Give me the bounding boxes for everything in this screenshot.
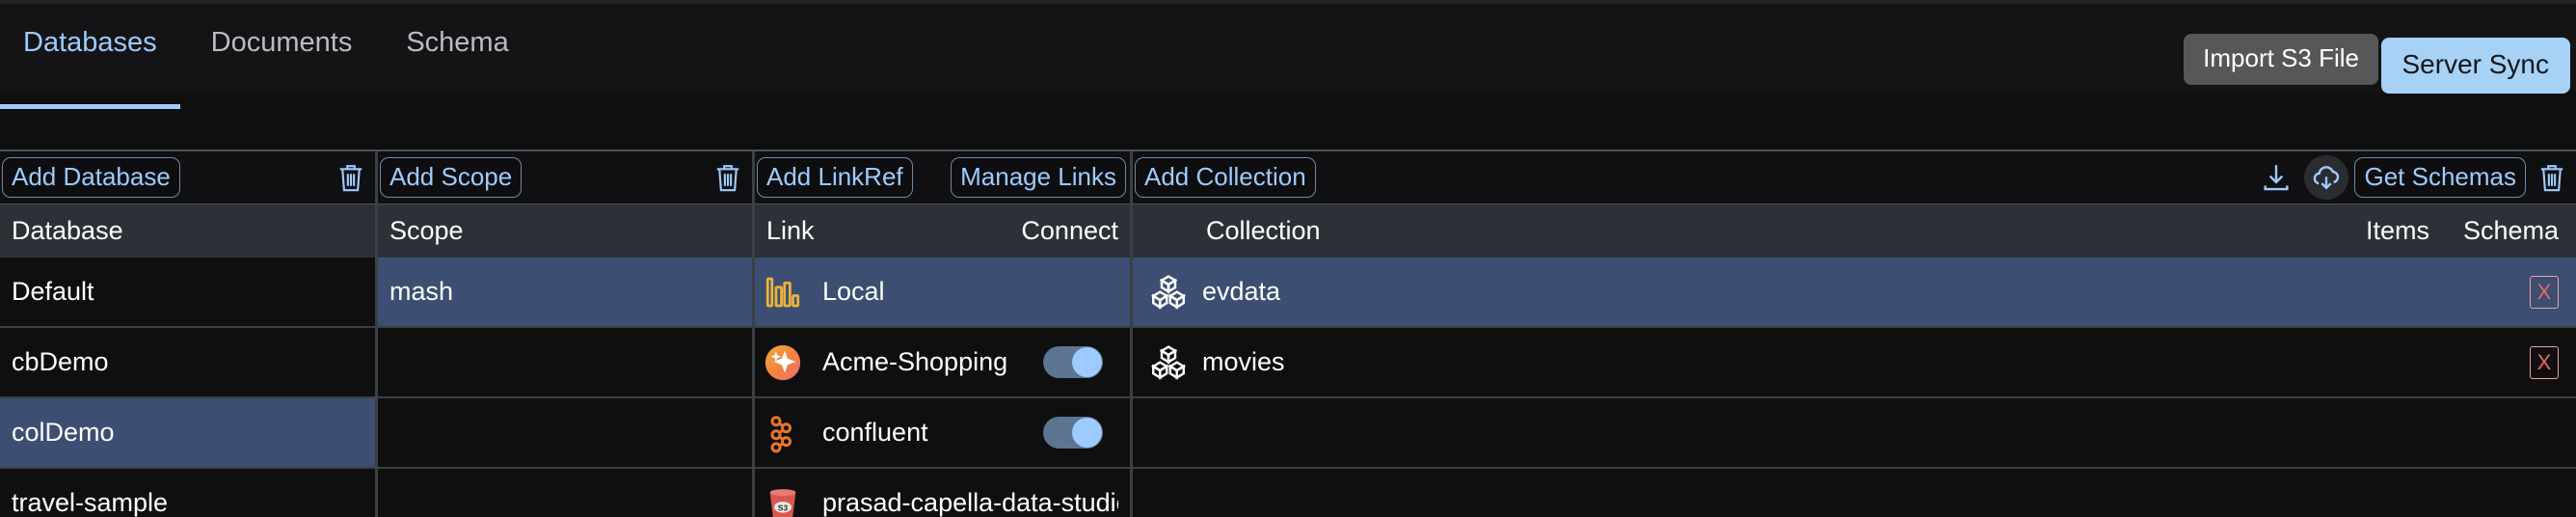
table-row[interactable]: mash	[378, 258, 752, 328]
tab-databases[interactable]: Databases	[0, 15, 188, 109]
link-name: confluent	[822, 418, 928, 447]
table-row[interactable]: confluent	[755, 398, 1130, 469]
link-name: prasad-capella-data-studio	[822, 488, 1118, 517]
trash-icon	[2540, 165, 2563, 192]
add-collection-button[interactable]: Add Collection	[1135, 157, 1316, 198]
schema-remove-badge[interactable]: X	[2530, 345, 2559, 379]
connect-toggle[interactable]	[1043, 346, 1103, 378]
panel-container: Add Database Database Default cbDemo col…	[0, 150, 2576, 517]
column-header-connect: Connect	[1021, 216, 1118, 245]
scopes-panel: Add Scope Scope mash	[378, 151, 755, 517]
database-name: cbDemo	[12, 347, 109, 376]
column-header-schema: Schema	[2462, 216, 2559, 245]
column-header-link: Link	[766, 216, 815, 245]
cloud-download-icon	[2314, 166, 2340, 190]
cubes-icon	[1148, 272, 1202, 313]
scopes-header-row: Scope	[378, 204, 752, 258]
delete-collection-button[interactable]	[2532, 161, 2572, 194]
column-header-items: Items	[2365, 216, 2429, 245]
column-header-database: Database	[12, 216, 123, 245]
collections-toolbar: Add Collection Get Schemas	[1133, 151, 2576, 204]
server-sync-button[interactable]: Server Sync	[2380, 38, 2570, 94]
table-row[interactable]: evdata X	[1133, 258, 2576, 328]
table-row[interactable]: travel-sample	[0, 469, 375, 517]
cloud-download-button[interactable]	[2304, 155, 2349, 200]
databases-row-list: Default cbDemo colDemo travel-sample	[0, 258, 375, 517]
table-row[interactable]: Acme-Shopping	[755, 328, 1130, 398]
database-name: colDemo	[12, 418, 115, 447]
toggle-knob	[1072, 347, 1102, 377]
import-s3-file-tooltip: Import S3 File	[2184, 34, 2378, 85]
s3-bucket-icon: S3	[763, 483, 817, 517]
scopes-row-list: mash	[378, 258, 752, 517]
databases-toolbar: Add Database	[0, 151, 375, 204]
toggle-knob	[1072, 418, 1102, 448]
schema-remove-badge[interactable]: X	[2530, 275, 2559, 309]
collection-schema: X	[2429, 345, 2564, 379]
add-scope-button[interactable]: Add Scope	[380, 157, 523, 198]
scope-name: mash	[389, 277, 454, 306]
table-row[interactable]	[378, 398, 752, 469]
download-icon	[2264, 165, 2290, 191]
table-row[interactable]: colDemo	[0, 398, 375, 469]
databases-panel: Add Database Database Default cbDemo col…	[0, 151, 378, 517]
add-database-button[interactable]: Add Database	[2, 157, 180, 198]
links-row-list: Local Acme-Shopping confluent S3 prasad-…	[755, 258, 1130, 517]
scopes-toolbar: Add Scope	[378, 151, 752, 204]
table-row[interactable]	[1133, 469, 2576, 517]
database-name: travel-sample	[12, 488, 169, 517]
table-row[interactable]	[378, 469, 752, 517]
trash-icon	[339, 165, 362, 192]
download-button[interactable]	[2254, 161, 2298, 194]
table-row[interactable]	[1133, 398, 2576, 469]
bar-chart-icon	[763, 272, 817, 313]
sparkle-icon	[763, 342, 817, 383]
svg-text:S3: S3	[778, 503, 789, 512]
tab-schema-label: Schema	[406, 27, 509, 58]
delete-database-button[interactable]	[331, 161, 371, 194]
tab-documents[interactable]: Documents	[188, 15, 384, 57]
links-toolbar: Add LinkRef Manage Links	[755, 151, 1130, 204]
link-name: Local	[822, 277, 885, 306]
collections-row-list: evdata X movies X	[1133, 258, 2576, 517]
table-row[interactable]: Default	[0, 258, 375, 328]
active-tab-underline	[0, 104, 180, 109]
collection-name: movies	[1202, 347, 1285, 376]
column-header-collection: Collection	[1206, 216, 1321, 245]
table-row[interactable]: Local	[755, 258, 1130, 328]
collections-header-row: Collection Items Schema	[1133, 204, 2576, 258]
confluent-icon	[763, 413, 817, 453]
add-linkref-button[interactable]: Add LinkRef	[757, 157, 913, 198]
database-name: Default	[12, 277, 94, 306]
tab-documents-label: Documents	[210, 27, 353, 58]
trash-icon	[716, 165, 739, 192]
table-row[interactable]: movies X	[1133, 328, 2576, 398]
tab-databases-label: Databases	[23, 27, 157, 58]
get-schemas-button[interactable]: Get Schemas	[2354, 157, 2526, 198]
databases-header-row: Database	[0, 204, 375, 258]
cubes-icon	[1148, 342, 1202, 383]
table-row[interactable]: cbDemo	[0, 328, 375, 398]
collection-name: evdata	[1202, 277, 1281, 306]
links-panel: Add LinkRef Manage Links Link Connect Lo…	[755, 151, 1133, 517]
tab-schema[interactable]: Schema	[383, 15, 539, 57]
links-header-row: Link Connect	[755, 204, 1130, 258]
collections-panel: Add Collection Get Schemas Collection It…	[1133, 151, 2576, 517]
link-name: Acme-Shopping	[822, 347, 1008, 376]
connect-toggle[interactable]	[1043, 417, 1103, 449]
manage-links-button[interactable]: Manage Links	[951, 157, 1126, 198]
collection-schema: X	[2429, 275, 2564, 309]
table-row[interactable]: S3 prasad-capella-data-studio	[755, 469, 1130, 517]
table-row[interactable]	[378, 328, 752, 398]
column-header-scope: Scope	[389, 216, 464, 245]
delete-scope-button[interactable]	[708, 161, 748, 194]
